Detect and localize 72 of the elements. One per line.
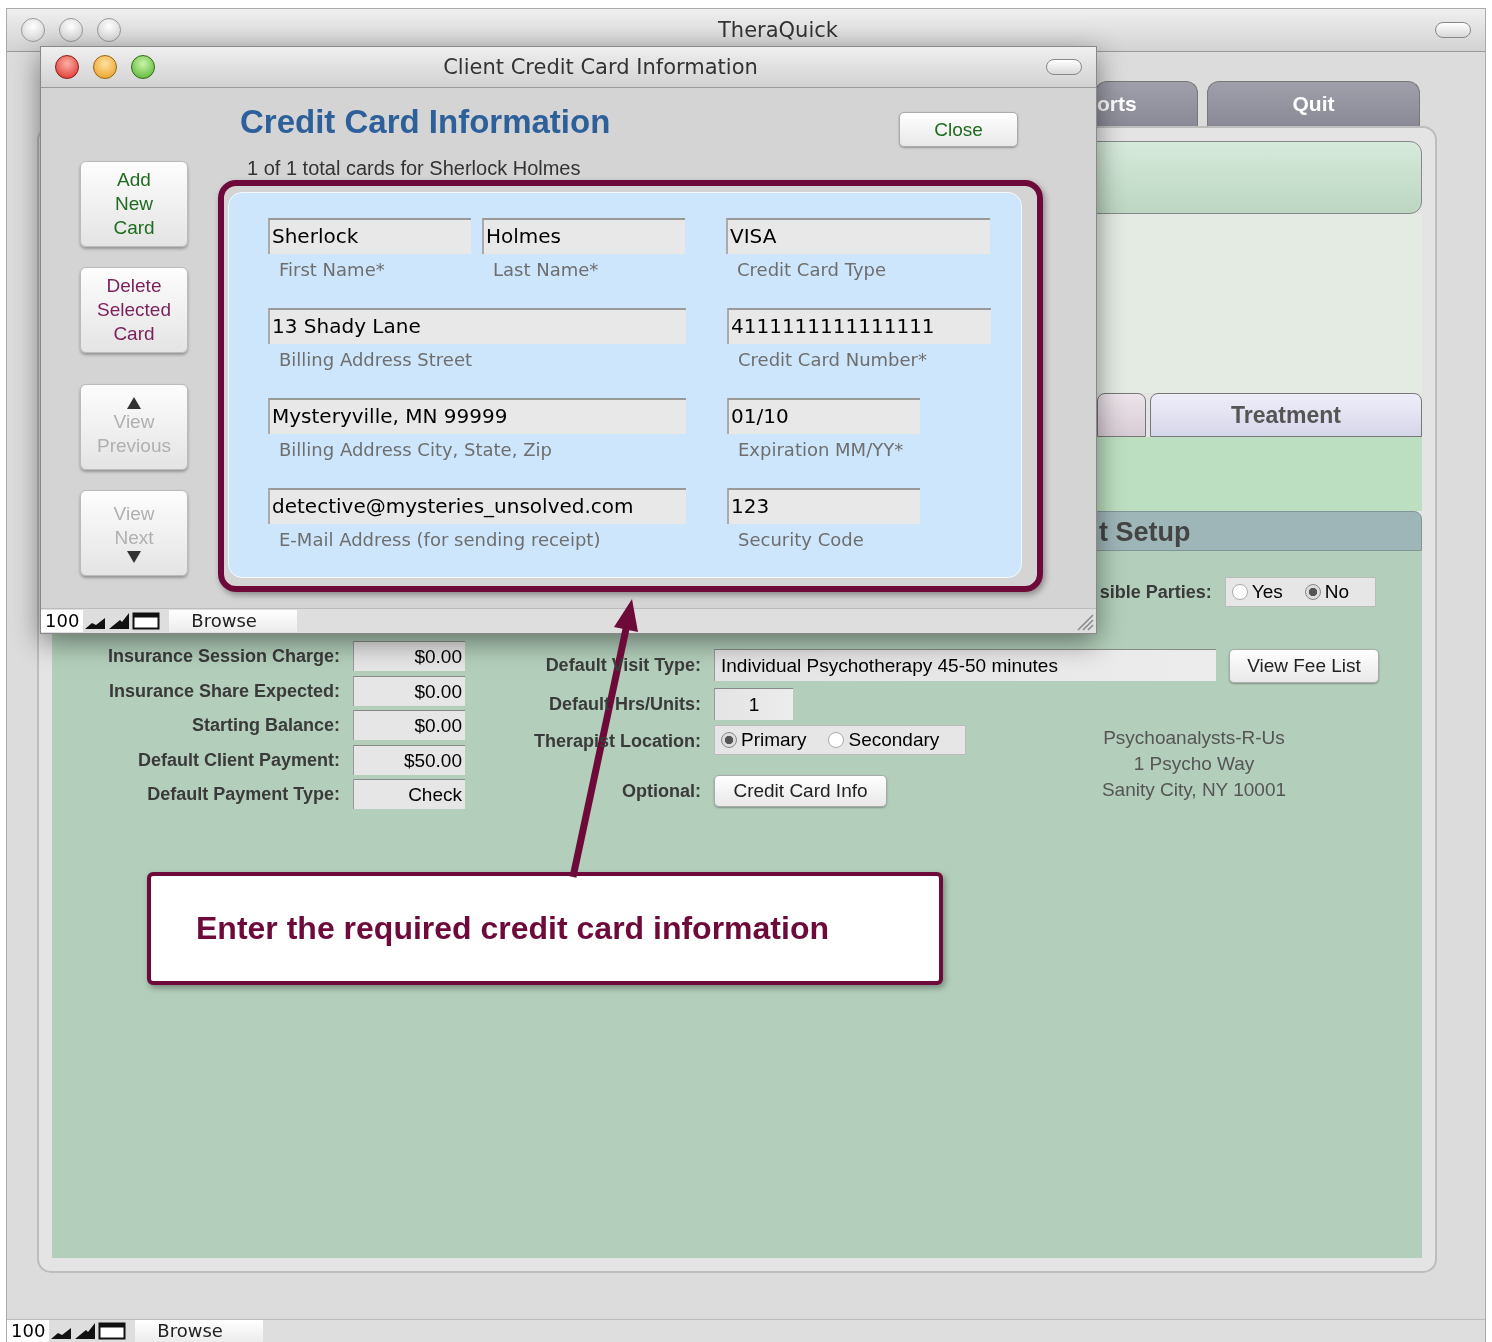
amount-field[interactable]: $0.00 (353, 710, 465, 741)
radio-label[interactable]: Primary (741, 729, 807, 751)
zoom-button[interactable] (131, 55, 155, 79)
amount-field[interactable]: $0.00 (353, 641, 465, 671)
input-field[interactable]: 4111111111111111 (727, 308, 991, 344)
input-field[interactable]: 123 (727, 488, 920, 524)
close-button[interactable] (55, 55, 79, 79)
minimize-button[interactable] (93, 55, 117, 79)
field-label: Billing Address City, State, Zip (278, 438, 553, 462)
amount-field[interactable]: $50.00 (353, 744, 465, 775)
radio-label[interactable]: No (1324, 581, 1349, 603)
field-label: Insurance Session Charge: (106, 645, 340, 668)
input-field[interactable]: Sherlock (268, 218, 471, 254)
radio-button[interactable] (1231, 584, 1248, 600)
mode-label: Browse (135, 1320, 264, 1342)
field-label: Default Payment Type: (146, 783, 340, 807)
tab[interactable] (1097, 393, 1146, 437)
radio-button[interactable] (1304, 584, 1321, 600)
mode-label: Browse (169, 610, 298, 632)
zoom-in-icon[interactable] (108, 612, 131, 630)
credit-card-info-button[interactable]: Credit Card Info (714, 775, 887, 807)
toolbar-toggle-button[interactable] (1435, 22, 1471, 38)
view-fee-list-button[interactable]: View Fee List (1229, 649, 1379, 683)
radio-button[interactable] (721, 732, 737, 748)
zoom-in-icon[interactable] (74, 1322, 97, 1340)
input-field[interactable]: detective@mysteries_unsolved.com (268, 488, 686, 524)
address-line: Sanity City, NY 10001 (1100, 778, 1288, 802)
field-label: sible Parties: (1099, 581, 1212, 603)
card-action-button[interactable]: Delete Selected Card (80, 267, 188, 353)
field-label: Credit Card Number* (737, 348, 928, 372)
field-label: Default Client Payment: (136, 748, 340, 772)
down-triangle-icon (126, 550, 142, 564)
callout-text: Enter the required credit card information (196, 910, 829, 947)
window-icon[interactable] (132, 612, 161, 630)
minimize-button[interactable] (59, 18, 83, 42)
up-triangle-icon (126, 396, 142, 410)
field-label: Last Name* (492, 258, 600, 282)
window-title: Client Credit Card Information (442, 55, 759, 79)
input-field[interactable]: 13 Shady Lane (268, 308, 686, 344)
zoom-level[interactable]: 100 (7, 1320, 50, 1342)
field-label: Security Code (737, 528, 865, 552)
input-field[interactable]: VISA (726, 218, 990, 254)
field-label: Starting Balance: (190, 714, 340, 738)
zoom-level[interactable]: 100 (41, 610, 84, 632)
amount-field[interactable]: Check (353, 779, 465, 810)
input-field[interactable]: 01/10 (727, 398, 920, 434)
field-label: E-Mail Address (for sending receipt) (278, 528, 602, 552)
dialog-heading: Credit Card Information (240, 102, 611, 142)
card-action-button[interactable]: Add New Card (80, 161, 188, 247)
field-label: Credit Card Type (736, 258, 888, 282)
visit-type-field[interactable]: Individual Psychotherapy 45-50 minutes (714, 649, 1216, 681)
field-label: First Name* (278, 258, 386, 282)
tab[interactable]: Treatment (1150, 393, 1422, 437)
zoom-button[interactable] (97, 18, 121, 42)
field-label: Optional: (621, 780, 701, 803)
window-title: TheraQuick (717, 18, 839, 42)
window-icon[interactable] (98, 1322, 127, 1340)
input-field[interactable]: Mysteryville, MN 99999 (268, 398, 686, 434)
radio-label[interactable]: Yes (1251, 581, 1283, 603)
units-field[interactable]: 1 (714, 688, 793, 720)
radio-button[interactable] (828, 732, 845, 748)
close-button[interactable]: Close (899, 112, 1018, 147)
radio-label[interactable]: Secondary (848, 729, 940, 751)
field-label: Expiration MM/YY* (737, 438, 905, 462)
card-count-text: 1 of 1 total cards for Sherlock Holmes (247, 156, 582, 180)
address-line: Psychoanalysts-R-Us (1102, 726, 1286, 750)
input-field[interactable]: Holmes (482, 218, 685, 254)
address-line: 1 Psycho Way (1132, 752, 1256, 776)
amount-field[interactable]: $0.00 (353, 675, 465, 706)
field-label: Billing Address Street (278, 348, 473, 372)
toolbar-toggle-button[interactable] (1046, 59, 1082, 75)
field-label: Insurance Share Expected: (107, 679, 340, 703)
